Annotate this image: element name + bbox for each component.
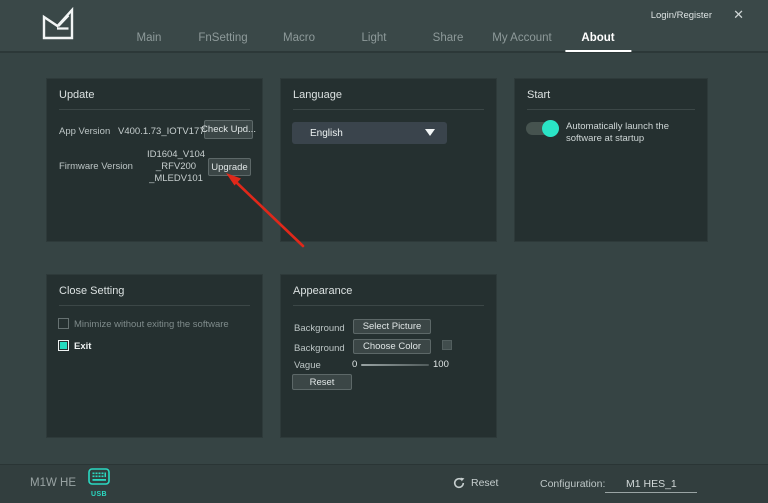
usb-connection-indicator: USB xyxy=(86,468,112,498)
tab-about[interactable]: About xyxy=(581,32,614,44)
active-tab-underline xyxy=(565,50,631,52)
tab-fnsetting[interactable]: FnSetting xyxy=(198,32,247,44)
app-logo-icon xyxy=(41,7,75,46)
app-version-value: V400.1.73_IOTV177 xyxy=(118,126,205,137)
update-panel: Update App Version V400.1.73_IOTV177 Che… xyxy=(46,78,263,242)
start-panel-title: Start xyxy=(527,89,550,101)
configuration-label: Configuration: xyxy=(540,478,605,490)
close-setting-panel: Close Setting Minimize without exiting t… xyxy=(46,274,263,438)
toggle-knob xyxy=(542,120,559,137)
vague-label: Vague xyxy=(294,360,321,371)
tab-light[interactable]: Light xyxy=(362,32,387,44)
firmware-version-value: ID1604_V104 _RFV200 _MLEDV101 xyxy=(137,149,215,185)
background-picture-label: Background xyxy=(294,323,345,334)
background-color-label: Background xyxy=(294,343,345,354)
divider xyxy=(59,305,250,306)
tab-macro[interactable]: Macro xyxy=(283,32,315,44)
tab-main-label: Main xyxy=(137,32,162,44)
tab-main[interactable]: Main xyxy=(137,32,162,44)
appearance-panel: Appearance Background Select Picture Bac… xyxy=(280,274,497,438)
device-name: M1W HE xyxy=(30,477,76,489)
tab-share-label: Share xyxy=(433,32,464,44)
close-window-icon[interactable]: ✕ xyxy=(733,7,744,23)
minimize-checkbox-label: Minimize without exiting the software xyxy=(74,319,229,330)
select-picture-button[interactable]: Select Picture xyxy=(353,319,431,334)
bottombar: M1W HE USB Reset Configuration: M1 HES_1 xyxy=(0,464,768,503)
topbar: Main FnSetting Macro Light Share My Acco… xyxy=(0,0,768,53)
tab-my-account[interactable]: My Account xyxy=(492,32,551,44)
tab-macro-label: Macro xyxy=(283,32,315,44)
language-selected-value: English xyxy=(292,128,343,139)
exit-checkbox[interactable] xyxy=(58,340,69,351)
color-swatch[interactable] xyxy=(442,340,452,350)
exit-checkbox-label: Exit xyxy=(74,341,91,352)
tab-about-label: About xyxy=(581,32,614,44)
divider xyxy=(527,109,695,110)
check-update-button[interactable]: Check Upd... xyxy=(204,120,253,139)
tab-my-account-label: My Account xyxy=(492,32,551,44)
keyboard-icon xyxy=(88,468,110,485)
language-panel: Language English xyxy=(280,78,497,242)
vague-slider-min: 0 xyxy=(352,359,357,370)
reset-configuration-button[interactable]: Reset xyxy=(453,477,498,489)
reset-label: Reset xyxy=(471,477,498,489)
vague-slider[interactable] xyxy=(361,364,429,366)
configuration-group: Configuration: M1 HES_1 xyxy=(540,478,697,493)
app-version-label: App Version xyxy=(59,126,110,137)
tab-fnsetting-label: FnSetting xyxy=(198,32,247,44)
configuration-value-field[interactable]: M1 HES_1 xyxy=(605,478,697,493)
tab-share[interactable]: Share xyxy=(433,32,464,44)
login-register-link[interactable]: Login/Register xyxy=(651,10,712,21)
choose-color-button[interactable]: Choose Color xyxy=(353,339,431,354)
autolaunch-label: Automatically launch the software at sta… xyxy=(566,121,686,145)
appearance-reset-button[interactable]: Reset xyxy=(292,374,352,390)
divider xyxy=(293,305,484,306)
autolaunch-toggle[interactable] xyxy=(526,122,559,135)
update-panel-title: Update xyxy=(59,89,94,101)
firmware-version-label: Firmware Version xyxy=(59,161,133,172)
vague-slider-max: 100 xyxy=(433,359,449,370)
minimize-checkbox[interactable] xyxy=(58,318,69,329)
refresh-icon xyxy=(453,477,465,489)
usb-label: USB xyxy=(86,491,112,498)
appearance-panel-title: Appearance xyxy=(293,285,352,297)
divider xyxy=(293,109,484,110)
start-panel: Start Automatically launch the software … xyxy=(514,78,708,242)
language-panel-title: Language xyxy=(293,89,342,101)
divider xyxy=(59,109,250,110)
tab-light-label: Light xyxy=(362,32,387,44)
language-dropdown[interactable]: English xyxy=(292,122,447,144)
chevron-down-icon xyxy=(425,129,435,136)
upgrade-button[interactable]: Upgrade xyxy=(208,158,251,176)
close-setting-panel-title: Close Setting xyxy=(59,285,124,297)
